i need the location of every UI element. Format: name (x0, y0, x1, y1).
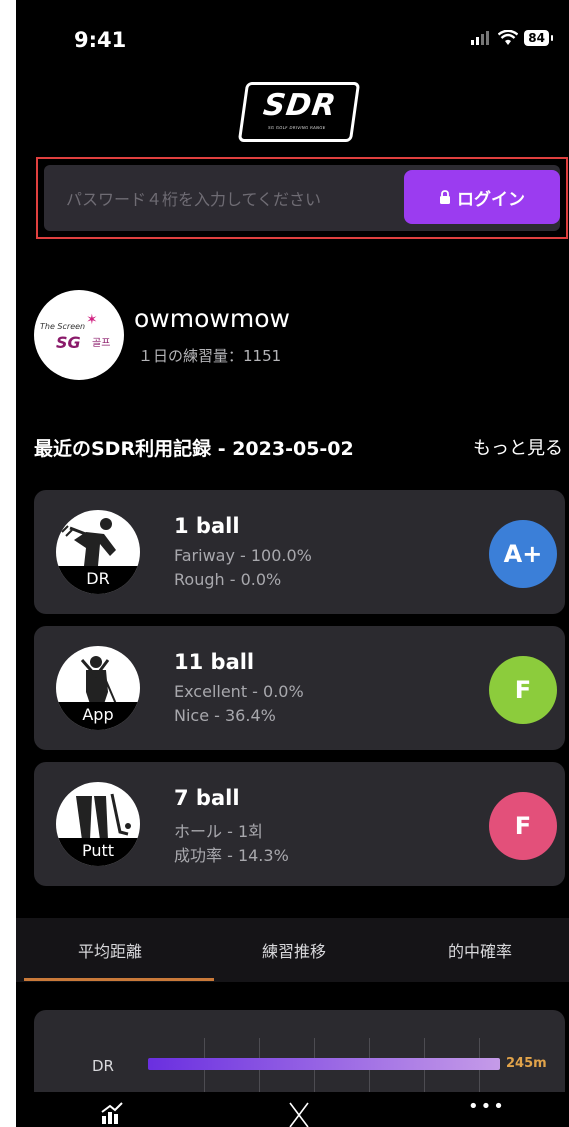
card-badge: App (56, 702, 140, 730)
see-more-link[interactable]: もっと見る (473, 434, 563, 460)
status-bar: 9:41 84 (16, 0, 569, 70)
login-bar: ログイン (44, 165, 560, 233)
golfer-approach-icon: App (56, 646, 140, 730)
battery-indicator: 84 (524, 30, 553, 46)
ball-count: 7 ball (174, 786, 240, 810)
ball-count: 11 ball (174, 650, 255, 674)
status-icons: 84 (470, 30, 553, 46)
avatar[interactable]: The Screen ✶ SG 골프 (34, 290, 124, 380)
stats-tabs: 平均距離 練習推移 的中確率 (16, 918, 569, 982)
stat-line-1: ホール - 1회 (174, 822, 263, 841)
password-input[interactable] (44, 165, 418, 233)
stat-line-2: Nice - 36.4% (174, 706, 276, 725)
avatar-text-side: 골프 (92, 338, 111, 349)
chart-row-label: DR (92, 1057, 114, 1075)
signal-icon (471, 31, 490, 45)
chart-up-icon[interactable] (100, 1102, 124, 1124)
golfer-swing-icon: DR (56, 510, 140, 594)
login-highlight-box: ログイン (36, 157, 568, 239)
tab-accuracy-rate[interactable]: 的中確率 (448, 938, 512, 962)
login-button-label: ログイン (457, 189, 525, 210)
record-card-dr[interactable]: DR 1 ball Fariway - 100.0% Rough - 0.0% … (34, 490, 565, 614)
ball-count: 1 ball (174, 514, 240, 538)
stat-line-1: Excellent - 0.0% (174, 682, 304, 701)
active-tab-indicator (24, 978, 214, 981)
distance-value: 245m (506, 1056, 547, 1071)
status-time: 9:41 (74, 28, 127, 52)
stat-line-2: 成功率 - 14.3% (174, 846, 289, 865)
stat-line-1: Fariway - 100.0% (174, 546, 312, 565)
logo-text: SDR (261, 88, 339, 123)
distance-bar (148, 1058, 500, 1070)
card-badge: DR (56, 566, 140, 594)
avatar-text-small: The Screen (40, 322, 86, 331)
login-button[interactable]: ログイン (404, 170, 560, 224)
bottom-nav: ••• (16, 1092, 569, 1127)
record-card-putt[interactable]: Putt 7 ball ホール - 1회 成功率 - 14.3% F (34, 762, 565, 886)
grade-badge: F (489, 656, 557, 724)
daily-practice-count: １日の練習量：1151 (138, 347, 282, 365)
sdr-logo: SDR SG GOLF DRIVING RANGE (237, 82, 361, 142)
tab-practice-trend[interactable]: 練習推移 (262, 938, 326, 962)
lock-icon (440, 190, 450, 204)
grade-badge: F (489, 792, 557, 860)
recent-records-title: 最近のSDR利用記録 - 2023-05-02 (34, 438, 354, 460)
more-dots-icon[interactable]: ••• (468, 1096, 506, 1117)
wifi-icon (498, 30, 519, 45)
golf-clubs-icon[interactable] (286, 1102, 312, 1127)
avatar-text-main: SG (56, 333, 81, 352)
record-card-app[interactable]: App 11 ball Excellent - 0.0% Nice - 36.4… (34, 626, 565, 750)
grade-badge: A+ (489, 520, 557, 588)
star-icon: ✶ (86, 312, 98, 328)
stat-line-2: Rough - 0.0% (174, 570, 282, 589)
app-screen: 9:41 84 SDR SG GOLF DRIVING RANGE ログイン T… (16, 0, 569, 1127)
card-badge: Putt (56, 838, 140, 866)
tab-average-distance[interactable]: 平均距離 (78, 938, 142, 962)
logo-subtext: SG GOLF DRIVING RANGE (267, 125, 326, 130)
username: owmowmow (134, 304, 290, 333)
golfer-putt-icon: Putt (56, 782, 140, 866)
